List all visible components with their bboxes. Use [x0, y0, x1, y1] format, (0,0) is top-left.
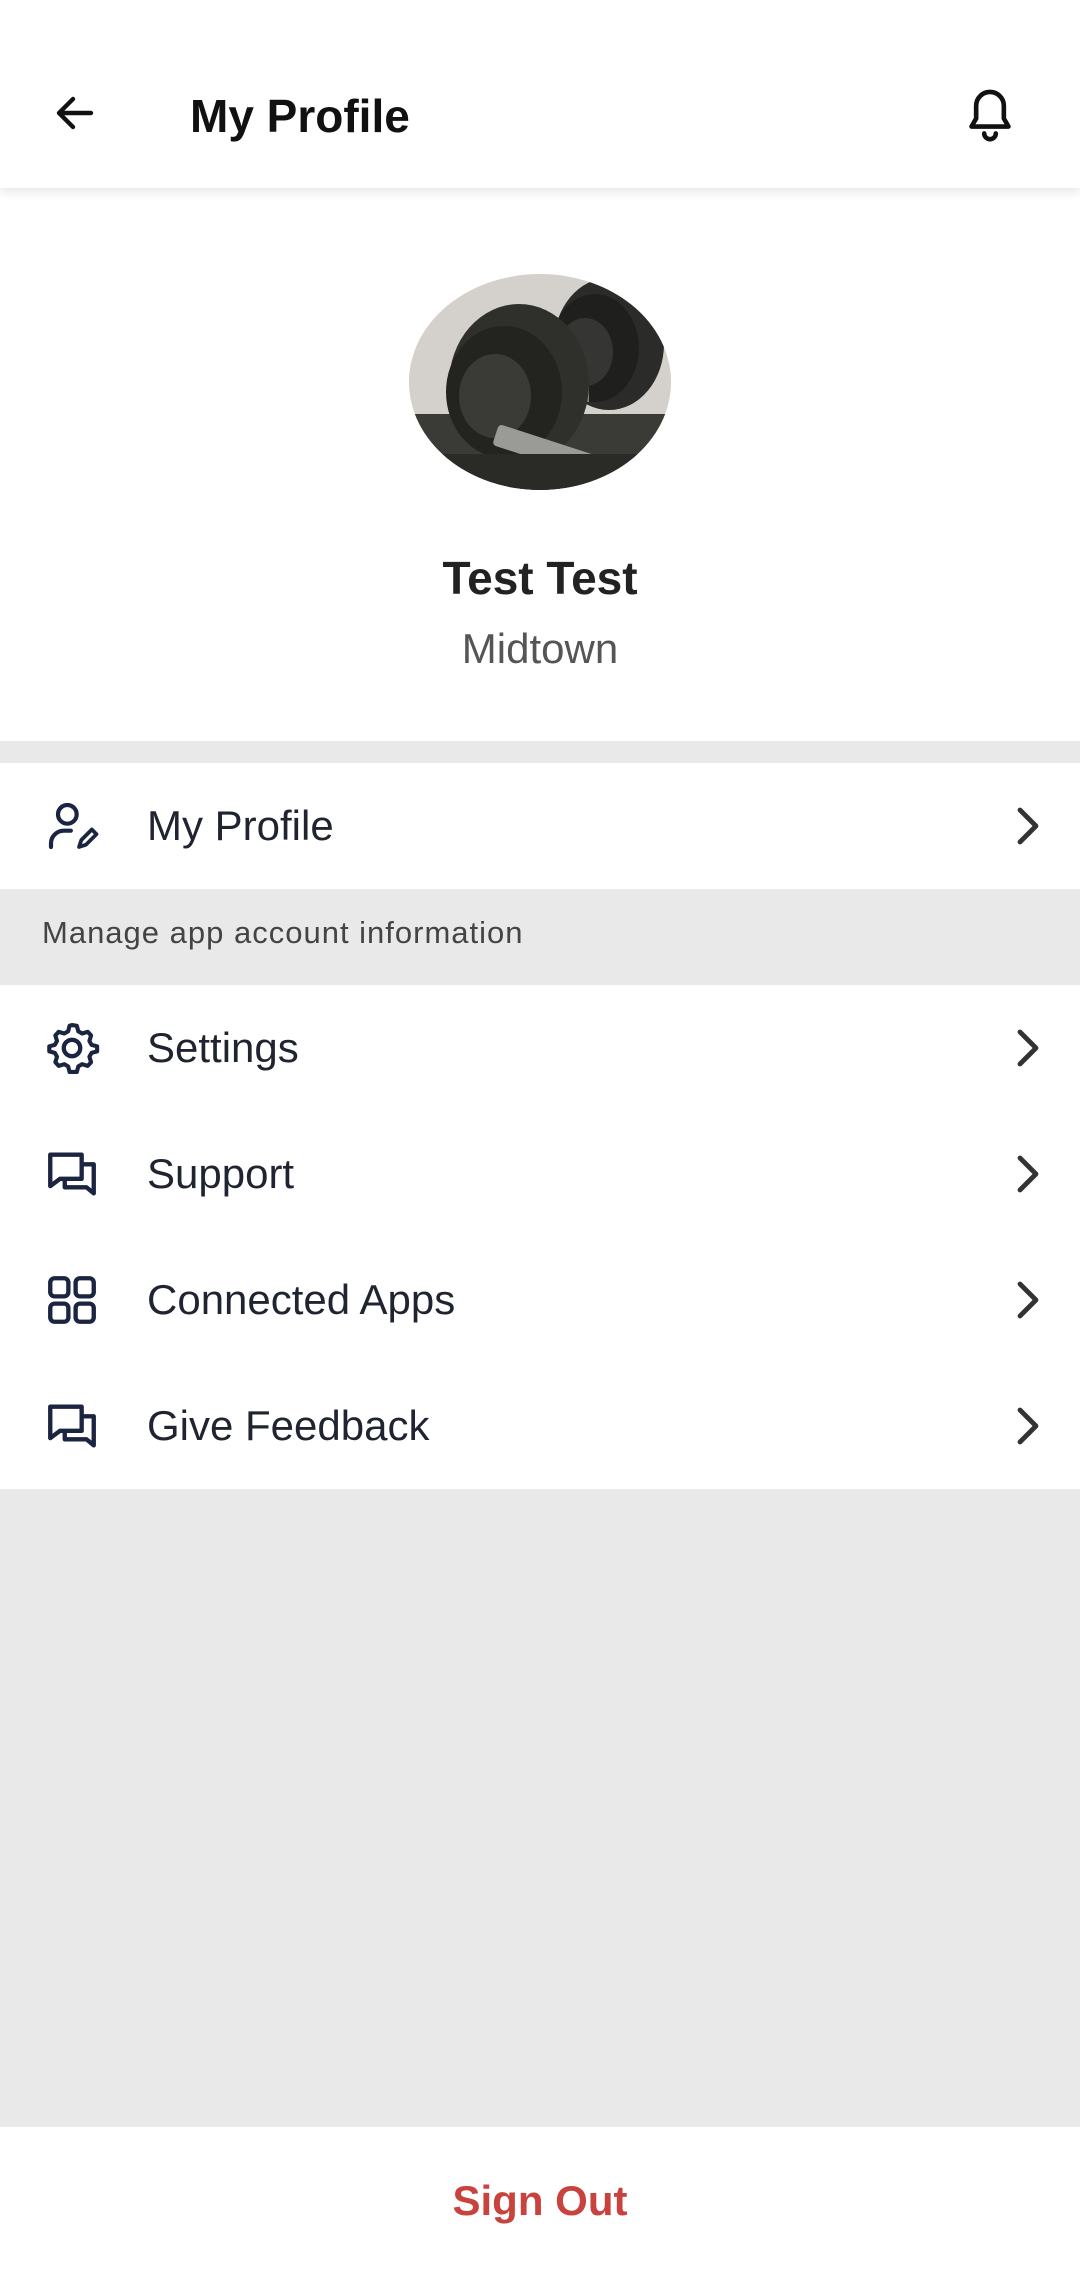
back-button[interactable]	[40, 78, 110, 148]
avatar[interactable]	[409, 274, 671, 490]
menu-item-label: Connected Apps	[147, 1276, 456, 1323]
chat-bubbles-icon	[42, 1144, 102, 1204]
user-edit-icon	[42, 796, 102, 856]
menu-item-label: Support	[147, 1150, 295, 1197]
profile-location: Midtown	[461, 625, 619, 672]
dumbbells-photo	[409, 274, 671, 490]
profile-page: My Profile Test Test Midtown My Profile …	[0, 0, 1080, 2275]
profile-card: Test Test Midtown	[0, 188, 1080, 741]
page-title: My Profile	[190, 90, 410, 142]
menu-item-give-feedback[interactable]: Give Feedback	[0, 1363, 1080, 1489]
chevron-right-icon	[1008, 1275, 1048, 1325]
menu-item-support[interactable]: Support	[0, 1111, 1080, 1237]
chevron-right-icon	[1008, 801, 1048, 851]
section-note-text: Manage app account information	[42, 915, 524, 950]
menu-item-connected-apps[interactable]: Connected Apps	[0, 1237, 1080, 1363]
arrow-left-icon	[56, 96, 94, 130]
menu-item-label: My Profile	[147, 802, 334, 849]
menu-secondary: Settings Support Connected Apps Give Fee…	[0, 985, 1080, 1489]
profile-name: Test Test	[442, 552, 638, 604]
chevron-right-icon	[1008, 1401, 1048, 1451]
app-bar: My Profile	[0, 0, 1080, 188]
gear-icon	[42, 1018, 102, 1078]
sign-out-bar: Sign Out	[0, 2127, 1080, 2275]
chevron-right-icon	[1008, 1149, 1048, 1199]
sign-out-button[interactable]: Sign Out	[453, 2175, 628, 2227]
chevron-right-icon	[1008, 1023, 1048, 1073]
bell-icon	[969, 89, 1011, 142]
chat-bubbles-icon	[42, 1396, 102, 1456]
menu-primary: My Profile	[0, 763, 1080, 889]
menu-item-label: Settings	[147, 1024, 299, 1071]
notifications-button[interactable]	[940, 80, 1040, 150]
menu-item-label: Give Feedback	[147, 1402, 430, 1449]
menu-item-settings[interactable]: Settings	[0, 985, 1080, 1111]
menu-item-my-profile[interactable]: My Profile	[0, 763, 1080, 889]
section-note: Manage app account information	[0, 889, 1080, 984]
grid-icon	[42, 1270, 102, 1330]
